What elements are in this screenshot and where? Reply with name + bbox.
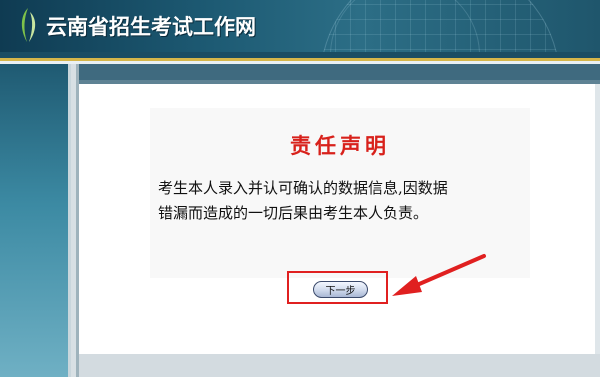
leaf-logo-icon <box>14 6 42 50</box>
annotation-arrow-icon <box>392 254 486 296</box>
content-bottom-bar <box>79 354 600 377</box>
site-title: 云南省招生考试工作网 <box>46 15 256 39</box>
disclaimer-line: 错漏而造成的一切后果由考生本人负责。 <box>158 204 429 222</box>
next-button[interactable]: 下一步 <box>313 281 368 298</box>
content-right-border <box>595 84 600 354</box>
left-sidebar <box>0 64 68 377</box>
content-top-bar <box>79 64 600 80</box>
disclaimer-text: 考生本人录入并认可确认的数据信息,因数据 错漏而造成的一切后果由考生本人负责。 <box>158 176 518 226</box>
disclaimer-title: 责任声明 <box>290 133 390 158</box>
disclaimer-line: 考生本人录入并认可确认的数据信息,因数据 <box>158 179 448 197</box>
header-arc-decoration <box>330 0 480 52</box>
site-header: 云南省招生考试工作网 <box>0 0 600 52</box>
